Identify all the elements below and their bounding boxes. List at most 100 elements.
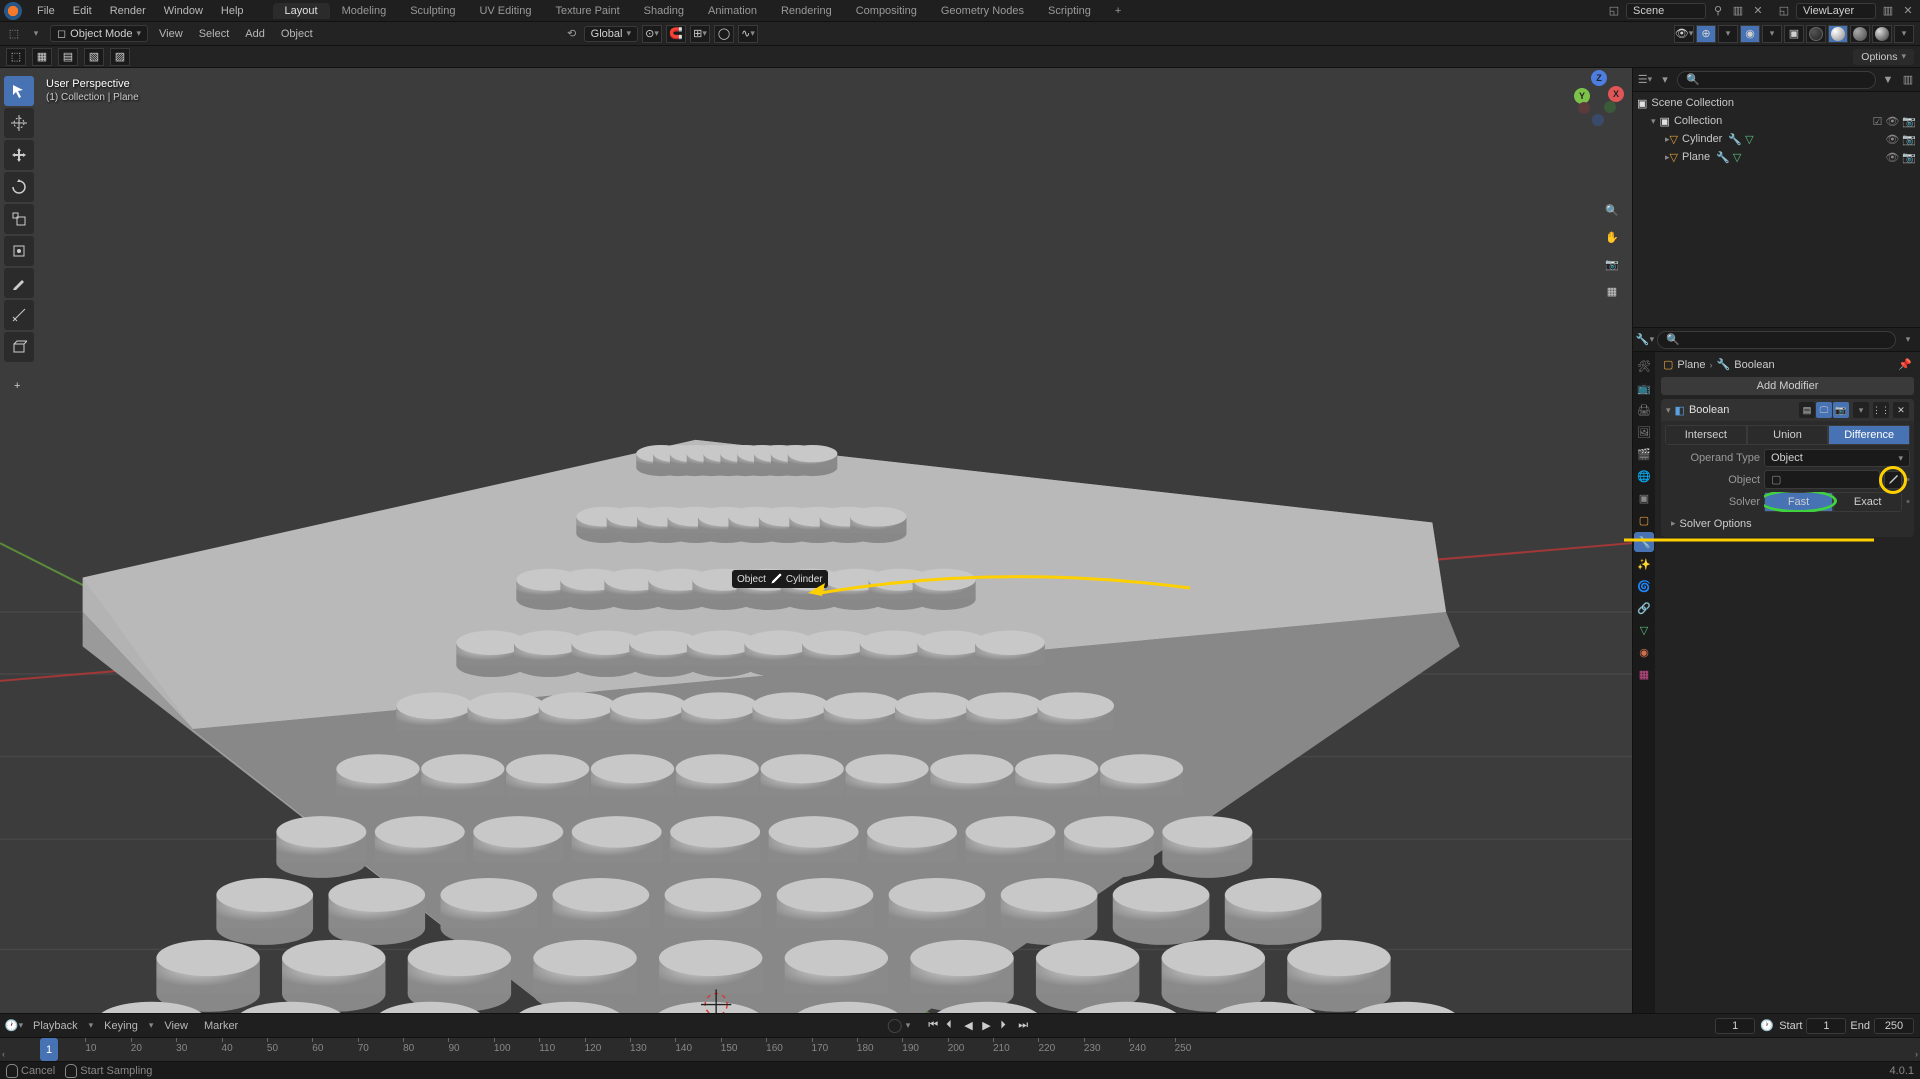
tl-keying[interactable]: Keying <box>99 1020 143 1032</box>
snap-toggle-icon[interactable]: 🧲 <box>666 25 686 43</box>
solver-exact-button[interactable]: Exact <box>1833 492 1902 512</box>
interaction-mode-dropdown[interactable]: ◻ Object Mode ▾ <box>50 25 148 42</box>
selmode-3-icon[interactable]: ▤ <box>58 48 78 66</box>
prop-tab-data[interactable]: ▽ <box>1634 620 1654 640</box>
tab-uv[interactable]: UV Editing <box>467 3 543 19</box>
disclosure-triangle-icon[interactable]: ▾ <box>1651 116 1656 127</box>
mod-delete-icon[interactable]: ✕ <box>1893 402 1909 418</box>
scene-browse-icon[interactable]: ◱ <box>1606 3 1622 19</box>
selmode-5-icon[interactable]: ▨ <box>110 48 130 66</box>
transform-tool[interactable] <box>4 236 34 266</box>
matprev-shade-icon[interactable] <box>1850 25 1870 43</box>
perspective-toggle-icon[interactable]: ▦ <box>1600 279 1624 303</box>
render-camera-icon[interactable]: 📷 <box>1902 133 1916 146</box>
timeline-ruler[interactable]: 1 10203040506070809010011012013014015016… <box>0 1037 1920 1061</box>
viewlayer-new-icon[interactable]: ▥ <box>1880 3 1896 19</box>
tab-shading[interactable]: Shading <box>632 3 696 19</box>
operand-type-dropdown[interactable]: Object ▾ <box>1764 449 1910 467</box>
keyframe-dot-icon[interactable]: • <box>1906 474 1910 486</box>
tab-compositing[interactable]: Compositing <box>844 3 929 19</box>
camera-view-icon[interactable]: 📷 <box>1600 252 1624 276</box>
solver-fast-button[interactable]: Fast <box>1764 492 1833 512</box>
move-tool[interactable] <box>4 140 34 170</box>
hdr-select[interactable]: Select <box>194 28 235 40</box>
annotate-tool[interactable] <box>4 268 34 298</box>
orientation-icon[interactable]: ⟲ <box>564 26 580 42</box>
end-frame-field[interactable]: 250 <box>1874 1018 1914 1034</box>
pan-icon[interactable]: ✋ <box>1600 225 1624 249</box>
eyedropper-button[interactable] <box>1884 471 1902 489</box>
play-icon[interactable]: ▶ <box>982 1019 996 1033</box>
axis-z-icon[interactable]: Z <box>1591 70 1607 86</box>
tab-rendering[interactable]: Rendering <box>769 3 844 19</box>
prop-tab-material[interactable]: ◉ <box>1634 642 1654 662</box>
prop-tab-constraints[interactable]: 🔗 <box>1634 598 1654 618</box>
gizmo-toggle-icon[interactable]: ⊕ <box>1696 25 1716 43</box>
mod-apply-icon[interactable]: ⋮⋮ <box>1873 402 1889 418</box>
prop-tab-particles[interactable]: ✨ <box>1634 554 1654 574</box>
prop-tab-world[interactable]: 🌐 <box>1634 466 1654 486</box>
selmode-4-icon[interactable]: ▧ <box>84 48 104 66</box>
visibility-eye-icon[interactable]: 👁 <box>1885 133 1899 146</box>
jump-end-icon[interactable]: ⏭ <box>1018 1019 1032 1033</box>
breadcrumb-modifier-label[interactable]: Boolean <box>1734 359 1774 371</box>
timeline-scroll-right-icon[interactable]: › <box>1915 1049 1918 1059</box>
solid-shade-icon[interactable] <box>1828 25 1848 43</box>
rotate-tool[interactable] <box>4 172 34 202</box>
visibility-eye-icon[interactable]: 👁 <box>1885 151 1899 164</box>
current-frame-field[interactable]: 1 <box>1715 1018 1755 1034</box>
scale-tool[interactable] <box>4 204 34 234</box>
outliner-editor-icon[interactable]: ☰▾ <box>1637 72 1653 88</box>
nav-gizmo[interactable]: Z X Y <box>1574 76 1624 126</box>
playhead[interactable]: 1 <box>40 1038 58 1061</box>
outliner-display-mode-icon[interactable]: ▾ <box>1657 72 1673 88</box>
selmode-1-icon[interactable]: ⬚ <box>6 48 26 66</box>
prop-tab-tool[interactable]: 🛠 <box>1634 356 1654 376</box>
prop-tab-scene[interactable]: 🎬 <box>1634 444 1654 464</box>
render-camera-icon[interactable]: 📷 <box>1902 151 1916 164</box>
xray-toggle-icon[interactable]: ▣ <box>1784 25 1804 43</box>
tl-view[interactable]: View <box>159 1020 193 1032</box>
scene-name-field[interactable]: Scene <box>1626 3 1706 19</box>
next-keyframe-icon[interactable]: ⏵ <box>1000 1019 1014 1033</box>
tab-sculpting[interactable]: Sculpting <box>398 3 467 19</box>
outliner-new-collection-icon[interactable]: ▥ <box>1900 72 1916 88</box>
axis-x-icon[interactable]: X <box>1608 86 1624 102</box>
op-intersect-button[interactable]: Intersect <box>1665 425 1747 445</box>
prev-keyframe-icon[interactable]: ⏴ <box>946 1019 960 1033</box>
tab-texture[interactable]: Texture Paint <box>543 3 631 19</box>
tab-animation[interactable]: Animation <box>696 3 769 19</box>
scene-new-icon[interactable]: ▥ <box>1730 3 1746 19</box>
add-modifier-button[interactable]: + Add Modifier <box>1661 377 1914 395</box>
hdr-add[interactable]: Add <box>240 28 270 40</box>
breadcrumb-object-label[interactable]: Plane <box>1677 359 1705 371</box>
prop-tab-collection[interactable]: ▣ <box>1634 488 1654 508</box>
tab-geonodes[interactable]: Geometry Nodes <box>929 3 1036 19</box>
op-union-button[interactable]: Union <box>1747 425 1829 445</box>
autokey-icon[interactable] <box>888 1019 902 1033</box>
zoom-icon[interactable]: 🔍 <box>1600 198 1624 222</box>
select-box-tool[interactable] <box>4 76 34 106</box>
proportional-edit-icon[interactable]: ◯ <box>714 25 734 43</box>
outliner-filter-icon[interactable]: ▼ <box>1880 72 1896 88</box>
disclosure-triangle-icon[interactable]: ▾ <box>1666 405 1671 416</box>
play-reverse-icon[interactable]: ◀ <box>964 1019 978 1033</box>
transform-orientation-dropdown[interactable]: Global ▾ <box>584 26 638 42</box>
viewlayer-browse-icon[interactable]: ◱ <box>1776 3 1792 19</box>
prop-tab-viewlayer[interactable]: 🖼 <box>1634 422 1654 442</box>
viewlayer-name-field[interactable]: ViewLayer <box>1796 3 1876 19</box>
axis-neg-x-icon[interactable] <box>1578 102 1590 114</box>
pin-icon[interactable]: 📌 <box>1898 358 1912 371</box>
timeline-editor-icon[interactable]: 🕐▾ <box>6 1018 22 1034</box>
prop-tab-render[interactable]: 📺 <box>1634 378 1654 398</box>
object-picker-field[interactable]: ▢ <box>1764 470 1880 489</box>
tl-marker[interactable]: Marker <box>199 1020 243 1032</box>
options-dropdown[interactable]: Options ▾ <box>1853 49 1914 65</box>
tree-row-plane[interactable]: ▸ ▽ Plane 🔧 ▽ 👁 📷 <box>1637 148 1916 166</box>
mod-realtime-icon[interactable]: 🖵 <box>1816 402 1832 418</box>
viewlayer-delete-icon[interactable]: ✕ <box>1900 3 1916 19</box>
prop-tab-output[interactable]: 🖨 <box>1634 400 1654 420</box>
proportional-falloff-icon[interactable]: ∿▾ <box>738 25 758 43</box>
shading-options-icon[interactable]: ▾ <box>1894 25 1914 43</box>
mod-render-icon[interactable]: 📷 <box>1833 402 1849 418</box>
